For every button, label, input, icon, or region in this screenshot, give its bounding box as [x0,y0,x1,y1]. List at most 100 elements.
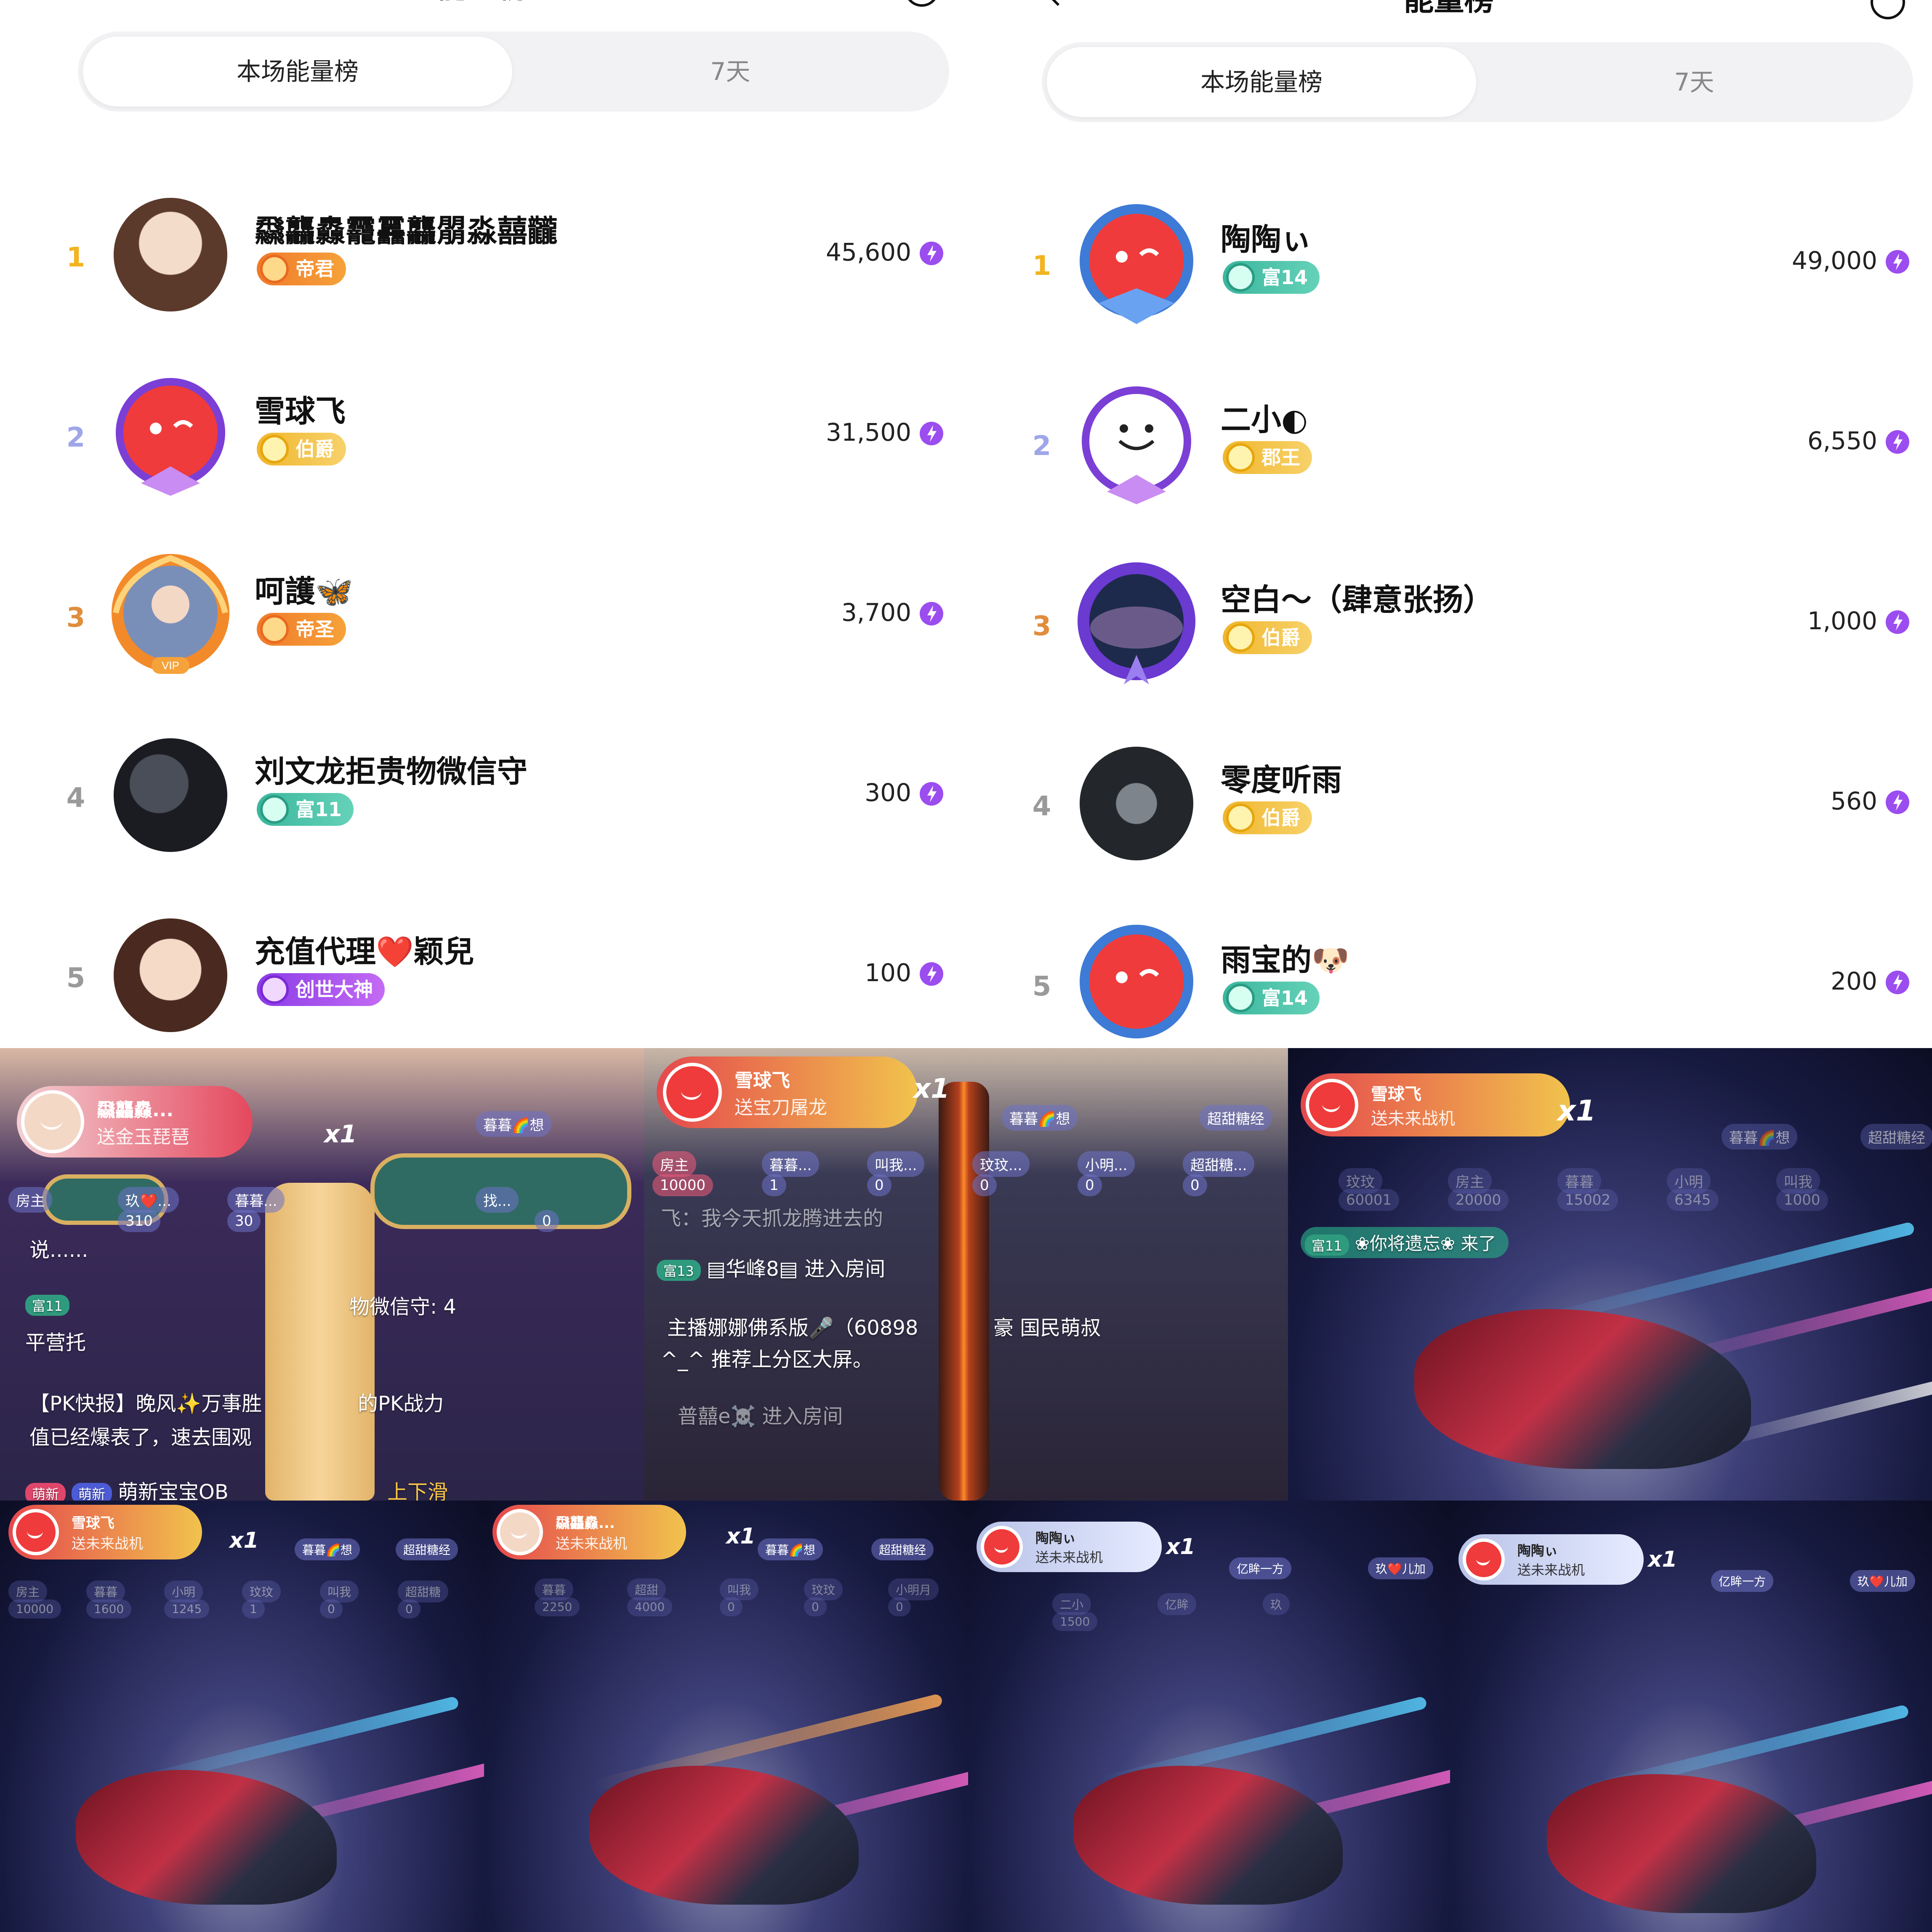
stream-clip-fighter-jet[interactable]: 飝龘灥... 送未来战机 x1 暮暮🌈想 超甜糖经 暮暮 超甜 叫我 玟玟 小明… [484,1501,968,1932]
viewer-chip[interactable]: 暮暮🌈想 [1722,1124,1798,1150]
viewer-chip[interactable]: 叫我 [720,1578,759,1600]
viewer-chip[interactable]: 小明... [1078,1151,1135,1177]
gift-notification[interactable]: 陶陶ぃ 送未来战机 [977,1522,1162,1572]
viewer-chip[interactable]: 亿眸 [1158,1593,1197,1615]
viewer-chip[interactable]: 房主 [652,1151,696,1177]
chat-message: 飞：我今天抓龙腾进去的 [661,1207,884,1230]
rank-number: 3 [66,602,85,633]
viewer-chip[interactable]: 玖❤️儿加 [1368,1557,1433,1579]
viewer-chip[interactable]: 玟玟 [242,1581,281,1602]
viewer-chip[interactable]: 超甜糖经 [1860,1124,1932,1150]
user-name: 雪球飞 [255,394,346,429]
level-badge: 创世大神 [257,973,385,1006]
viewer-chip[interactable]: 超甜糖经 [1200,1105,1272,1131]
leaderboard-row[interactable]: 5 充值代理❤️颖兒 创世大神 100 [0,902,966,1048]
top-bar: 能量榜 [966,0,1932,29]
viewer-chip[interactable]: 房主 [8,1187,52,1213]
gift-notification[interactable]: 雪球飞 送未来战机 [1301,1073,1570,1136]
gift-notification[interactable]: 飝龘灥... 送金玉琵琶 [17,1086,253,1158]
viewer-chip[interactable]: 暮暮... [227,1187,285,1213]
stream-clip-fighter-jet[interactable]: 陶陶ぃ 送未来战机 x1 亿眸一方 玖❤️儿加 二小 亿眸 玖 1500 [968,1501,1450,1932]
page-title: 能量榜 [0,0,966,6]
viewer-chip[interactable]: 暮暮🌈想 [758,1538,823,1560]
user-name: 刘文龙拒贵物微信守 [255,754,528,789]
tab-7-days[interactable]: 7天 [1480,47,1909,117]
rank-number: 3 [1032,611,1051,642]
avatar[interactable] [114,918,227,1032]
viewer-score: 2250 [535,1597,580,1616]
leaderboard-row[interactable]: 3 VIP 呵護🦋 帝圣 3,700 [0,541,966,710]
leaderboard-row[interactable]: 2 二小◐ 郡王 6,550 [966,370,1932,538]
chat-message: 值已经爆表了，速去围观 [29,1426,252,1449]
svg-text:VIP: VIP [162,659,179,672]
viewer-chip[interactable]: 暮暮🌈想 [476,1111,552,1137]
avatar-frame[interactable] [1073,198,1200,328]
viewer-chip[interactable]: 玖❤️儿加 [1850,1570,1915,1592]
viewer-chip[interactable]: 超甜糖经 [871,1538,934,1560]
viewer-chip[interactable]: 超甜糖 [398,1581,449,1602]
leaderboard-row[interactable]: 4 刘文龙拒贵物微信守 富11 300 [0,721,966,890]
chat-message: 【PK快报】晚风✨万事胜 [29,1392,262,1416]
viewer-chip[interactable]: 找... [476,1187,519,1213]
badge-label: 富14 [1261,987,1308,1009]
badge-icon [1226,804,1255,832]
gift-description: 送未来战机 [1035,1549,1103,1565]
stream-clip-fighter-jet[interactable]: 雪球飞 送未来战机 x1 暮暮🌈想 超甜糖经 房主 暮暮 小明 玟玟 叫我 超甜… [0,1501,484,1932]
viewer-chip[interactable]: 暮暮... [762,1151,820,1177]
avatar[interactable] [114,198,227,311]
viewer-chip[interactable]: 玖 [1263,1593,1290,1615]
viewer-chip[interactable]: 亿眸一方 [1229,1557,1292,1579]
rank-number: 1 [66,242,85,273]
viewer-chip[interactable]: 叫我... [867,1151,925,1177]
badge-icon [260,975,289,1004]
viewer-chip[interactable]: 暮暮🌈想 [1002,1105,1078,1131]
avatar-frame[interactable] [1073,918,1200,1048]
rank-number: 4 [66,782,85,814]
sender-avatar [13,1509,59,1555]
viewer-chip[interactable]: 小明月 [888,1578,939,1600]
avatar-frame[interactable] [107,370,234,500]
gift-notification[interactable]: 雪球飞 送未来战机 [8,1505,202,1559]
tab-current-session[interactable]: 本场能量榜 [1047,47,1476,117]
level-badge: 伯爵 [1223,621,1312,654]
leaderboard-row[interactable]: 1 陶陶ぃ 富14 49,000 [966,189,1932,358]
gift-count: x1 [913,1073,950,1104]
stream-clip-guzheng[interactable]: 飝龘灥... 送金玉琵琶 x1 暮暮🌈想 房主 玖❤️... 暮暮... 找..… [0,1048,644,1501]
gift-notification[interactable]: 雪球飞 送宝刀屠龙 [657,1056,918,1128]
viewer-chip[interactable]: 暮暮🌈想 [295,1538,360,1560]
avatar[interactable] [114,738,227,852]
viewer-chip[interactable]: 亿眸一方 [1711,1570,1774,1592]
leaderboard-row[interactable]: 4 零度听雨 伯爵 560 [966,730,1932,898]
tab-current-session[interactable]: 本场能量榜 [83,37,512,106]
viewer-score: 1245 [164,1599,210,1618]
viewer-chip[interactable]: 玖❤️... [118,1187,179,1213]
viewer-score: 0 [320,1599,343,1618]
info-icon[interactable] [1869,0,1907,21]
viewer-chip[interactable]: 超甜糖... [1183,1151,1255,1177]
leaderboard-row[interactable]: 2 雪球飞 伯爵 31,500 [0,361,966,530]
leaderboard-row[interactable]: 3 空白～（肆意张扬） 伯爵 1,000 [966,550,1932,718]
stream-clip-fighter-jet[interactable]: 陶陶ぃ 送未来战机 x1 亿眸一方 玖❤️儿加 [1450,1501,1932,1932]
leaderboard-row[interactable]: 1 飝龘灥龗靐龘朤淼囍龖 帝君 45,600 [0,181,966,349]
viewer-chip[interactable]: 玟玟... [972,1151,1030,1177]
viewer-chip[interactable]: 叫我 [320,1581,359,1602]
leaderboard-panel-left: 能量榜 本场能量榜 7天 1 飝龘灥龗靐龘朤淼囍龖 帝君 45,600 2 雪球… [0,0,966,1048]
level-badge: 伯爵 [1223,801,1312,834]
badge-label: 富14 [1261,266,1308,289]
gift-notification[interactable]: 飝龘灥... 送未来战机 [492,1505,686,1559]
avatar-frame[interactable] [1073,378,1200,508]
badge-icon [1226,263,1255,292]
info-icon[interactable] [903,0,941,8]
avatar-frame[interactable] [1073,558,1200,689]
stream-clip-sword[interactable]: 雪球飞 送宝刀屠龙 x1 暮暮🌈想 超甜糖经 房主 暮暮... 叫我... 玟玟… [644,1048,1288,1501]
gift-notification[interactable]: 陶陶ぃ 送未来战机 [1458,1534,1644,1585]
leaderboard-row[interactable]: 5 雨宝的🐶 富14 200 [966,910,1932,1048]
swipe-hint[interactable]: 上下滑 [387,1475,448,1501]
avatar[interactable] [1080,747,1193,860]
tab-7-days[interactable]: 7天 [516,37,945,106]
viewer-chip[interactable]: 超甜糖经 [396,1538,458,1560]
avatar-frame[interactable]: VIP [107,550,234,680]
stream-clip-fighter-jet[interactable]: 雪球飞 送未来战机 x1 暮暮🌈想 超甜糖经 玟玟 房主 暮暮 小明 叫我 60… [1288,1048,1932,1501]
badge-icon [260,615,289,644]
viewer-chip[interactable]: 玟玟 [804,1578,843,1600]
